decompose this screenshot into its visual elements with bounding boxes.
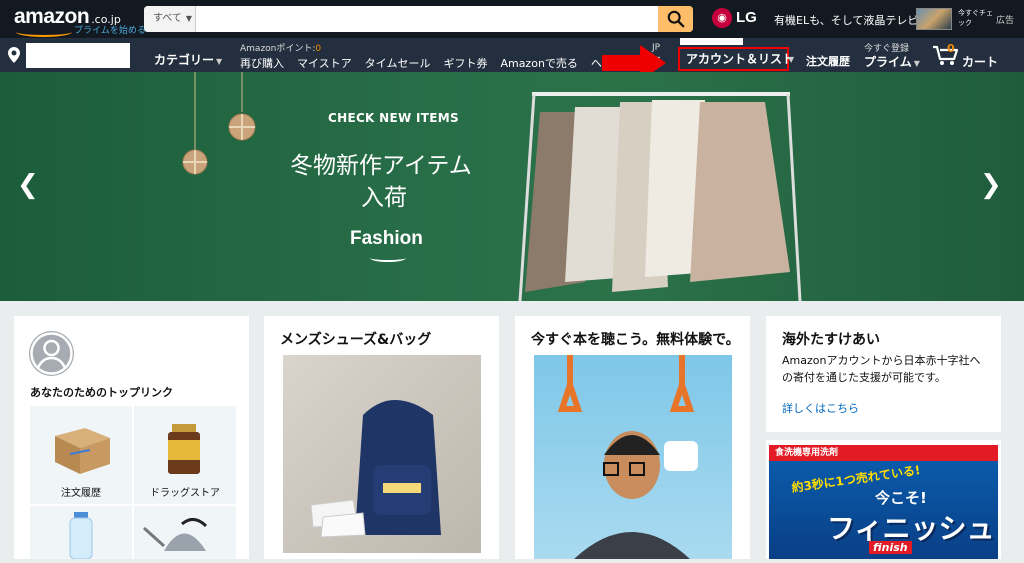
finish-ad-banner[interactable]: 食洗機専用洗剤 約3秒に1つ売れている! 今こそ! フィニッシュ finish [769, 445, 998, 559]
cart-icon [933, 45, 959, 65]
carousel-next-icon[interactable]: ❯ [980, 172, 1002, 198]
search-category-select[interactable]: すべて ▼ [144, 6, 196, 32]
fashion-smile-icon [370, 254, 406, 262]
logo-smile-icon [16, 27, 72, 37]
category-label: カテゴリー [154, 53, 215, 67]
lg-ad-banner[interactable]: ◉ LG 有機ELも、そして液晶テレビも。 今すぐチェック 広告 [712, 6, 1024, 32]
tile-label: ドラッグストア [150, 488, 220, 499]
cart-button[interactable]: 0 カート [932, 42, 998, 70]
water-bottle-icon [69, 512, 93, 560]
audible-card-title: 今すぐ本を聴こう。無料体験で。 [531, 332, 740, 348]
prime-menu[interactable]: 今すぐ登録 プライム ▼ [864, 41, 920, 70]
points-value: 0 [315, 44, 322, 54]
hero-title-line1: 冬物新作アイテム [290, 153, 472, 179]
location-pin-icon[interactable] [8, 47, 20, 67]
audible-illustration [557, 355, 698, 559]
cart-count: 0 [947, 42, 955, 55]
account-label: アカウント＆リスト [686, 52, 795, 66]
orders-link[interactable]: 注文履歴 [806, 53, 850, 69]
box-icon [55, 428, 110, 474]
carousel-prev-icon[interactable]: ❮ [17, 172, 39, 198]
kettle-icon [142, 518, 208, 551]
amazon-points[interactable]: Amazonポイント:0 [240, 41, 321, 54]
account-lists-menu[interactable]: アカウント＆リスト ▼ [678, 47, 794, 71]
chevron-down-icon: ▼ [788, 55, 795, 64]
user-icon [30, 332, 73, 375]
delivery-address-box[interactable] [26, 43, 130, 68]
finish-now-text: 今こそ! [875, 489, 927, 507]
ad-brand: LG [736, 9, 757, 26]
mens-shoes-bags-card[interactable]: メンズシューズ&バッグ [264, 316, 499, 559]
logo-prime-link[interactable]: プライムを始める [74, 23, 146, 36]
hero-decoration [182, 72, 802, 301]
backpack-image[interactable] [283, 355, 481, 553]
top-bar: amazon .co.jp プライムを始める すべて ▼ ◉ LG 有機ELも、そし… [0, 0, 1024, 38]
hero-kicker: CHECK NEW ITEMS [328, 111, 459, 125]
finish-top-label: 食洗機専用洗剤 [769, 445, 998, 461]
aid-card-title: 海外たすけあい [782, 332, 880, 348]
aid-more-link[interactable]: 詳しくはこちら [782, 400, 859, 416]
nav-bar: カテゴリー ▼ Amazonポイント:0 再び購入 マイストア タイムセール ギフ… [0, 38, 1024, 72]
red-cross-card: 海外たすけあい Amazonアカウントから日本赤十字社への寄付を通じた支援が可能… [766, 316, 1001, 432]
search-input[interactable] [197, 6, 657, 32]
points-label: Amazonポイント: [240, 44, 316, 54]
prime-label: プライム [864, 55, 912, 69]
tile-kettle[interactable] [134, 506, 236, 559]
avatar[interactable] [29, 331, 74, 376]
nav-link-sell[interactable]: Amazonで売る [500, 55, 577, 71]
aid-description: Amazonアカウントから日本赤十字社への寄付を通じた支援が可能です。 [782, 354, 981, 384]
cart-label: カート [962, 55, 999, 69]
search-button[interactable] [658, 6, 693, 32]
tile-orders[interactable]: 注文履歴 [30, 406, 132, 504]
audible-image[interactable] [534, 355, 732, 559]
amazon-logo[interactable]: amazon .co.jp プライムを始める [14, 5, 146, 37]
search-bar: すべて ▼ [144, 6, 693, 32]
ad-check-link[interactable]: 今すぐチェック [958, 8, 994, 28]
lg-logo-icon: ◉ [712, 8, 732, 28]
nav-links: 再び購入 マイストア タイムセール ギフト券 Amazonで売る ヘルプ [240, 55, 637, 71]
backpack-illustration [310, 400, 441, 538]
search-category-label: すべて [153, 13, 182, 24]
audible-card[interactable]: 今すぐ本を聴こう。無料体験で。 [515, 316, 750, 559]
mens-card-title: メンズシューズ&バッグ [280, 332, 432, 348]
category-menu[interactable]: カテゴリー ▼ [154, 51, 222, 68]
hero-carousel[interactable]: CHECK NEW ITEMS 冬物新作アイテム 入荷 Fashion ❮ ❯ [0, 72, 1024, 301]
supplement-bottle-icon [168, 424, 200, 474]
hero-brand: Fashion [350, 228, 423, 249]
nav-link-my-store[interactable]: マイストア [297, 55, 352, 71]
top-links-card: あなたのためのトップリンク 注文履歴 ドラッグストア [14, 316, 249, 560]
account-name-box [680, 38, 743, 45]
nav-link-gift-card[interactable]: ギフト券 [443, 55, 487, 71]
tile-label: 注文履歴 [61, 488, 101, 499]
ad-label: 広告 [996, 16, 1015, 26]
chevron-down-icon: ▼ [216, 57, 223, 66]
nav-link-buy-again[interactable]: 再び購入 [240, 55, 284, 71]
nav-link-time-sale[interactable]: タイムセール [365, 55, 431, 71]
tv-image [916, 8, 952, 30]
finish-logo: finish [869, 541, 912, 554]
chevron-down-icon: ▼ [185, 14, 193, 23]
chevron-down-icon: ▼ [913, 59, 920, 68]
hero-title-line2: 入荷 [361, 185, 407, 211]
tile-drugstore[interactable]: ドラッグストア [134, 406, 236, 504]
top-links-title: あなたのためのトップリンク [30, 386, 173, 399]
tile-water[interactable] [30, 506, 132, 560]
search-icon [667, 10, 684, 28]
